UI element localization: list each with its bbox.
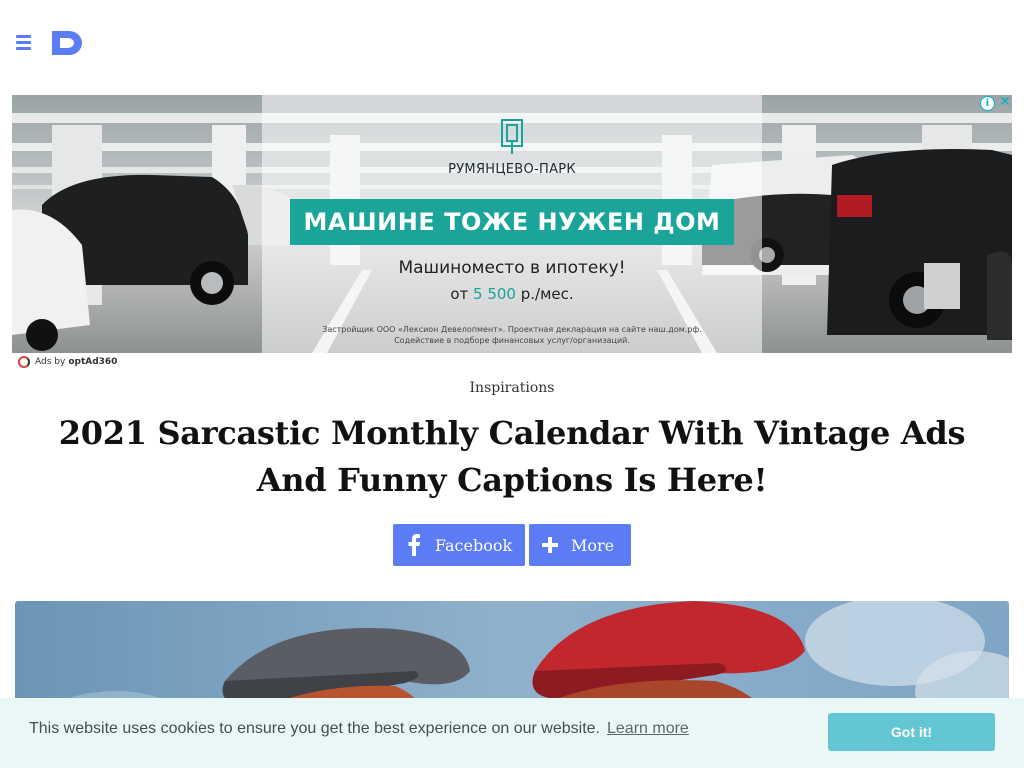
ads-by-attribution[interactable]: Ads by optAd360: [18, 356, 117, 368]
site-logo-d-icon[interactable]: [50, 29, 86, 57]
site-header: [0, 0, 1024, 86]
optad-logo-icon: [18, 356, 30, 368]
ads-by-provider: optAd360: [68, 357, 118, 367]
ad-legal-line: Застройщик ООО «Лексион Девелопмент». Пр…: [322, 325, 702, 334]
article-category[interactable]: Inspirations: [0, 380, 1024, 396]
cookie-accept-button[interactable]: Got it!: [828, 713, 995, 751]
article-title: 2021 Sarcastic Monthly Calendar With Vin…: [58, 414, 966, 499]
cookie-consent-bar: This website uses cookies to ensure you …: [0, 698, 1024, 768]
advertisement-banner[interactable]: РУМЯНЦЕВО-ПАРК МАШИНЕ ТОЖЕ НУЖЕН ДОМ Маш…: [12, 95, 1012, 353]
ad-headline: МАШИНЕ ТОЖЕ НУЖЕН ДОМ: [290, 199, 734, 245]
share-facebook-button[interactable]: Facebook: [393, 524, 525, 566]
share-more-label: More: [571, 535, 615, 555]
plus-icon: [529, 524, 571, 566]
ad-subline: Машиноместо в ипотеку!: [398, 258, 626, 278]
ad-price-value: 5 500: [473, 285, 516, 303]
cookie-learn-more-link[interactable]: Learn more: [607, 720, 689, 738]
ad-price: от 5 500 р./мес.: [12, 285, 1012, 303]
rumyantsevo-park-logo-icon: [501, 119, 523, 154]
cookie-message: This website uses cookies to ensure you …: [29, 720, 600, 737]
hamburger-icon[interactable]: [16, 35, 31, 50]
ad-close-icon[interactable]: ✕: [998, 95, 1012, 110]
facebook-icon: [393, 524, 435, 566]
ad-price-suffix: р./мес.: [520, 285, 574, 303]
ad-legal-text: Застройщик ООО «Лексион Девелопмент». Пр…: [12, 324, 1012, 346]
ad-price-prefix: от: [450, 285, 469, 303]
ads-by-prefix: Ads by: [35, 357, 66, 367]
ad-brand-name: РУМЯНЦЕВО-ПАРК: [448, 162, 576, 177]
ad-legal-line: Содействие в подборе финансовых услуг/ор…: [394, 336, 630, 345]
share-facebook-label: Facebook: [435, 535, 513, 555]
share-more-button[interactable]: More: [529, 524, 631, 566]
ad-info-icon[interactable]: i: [980, 96, 995, 111]
